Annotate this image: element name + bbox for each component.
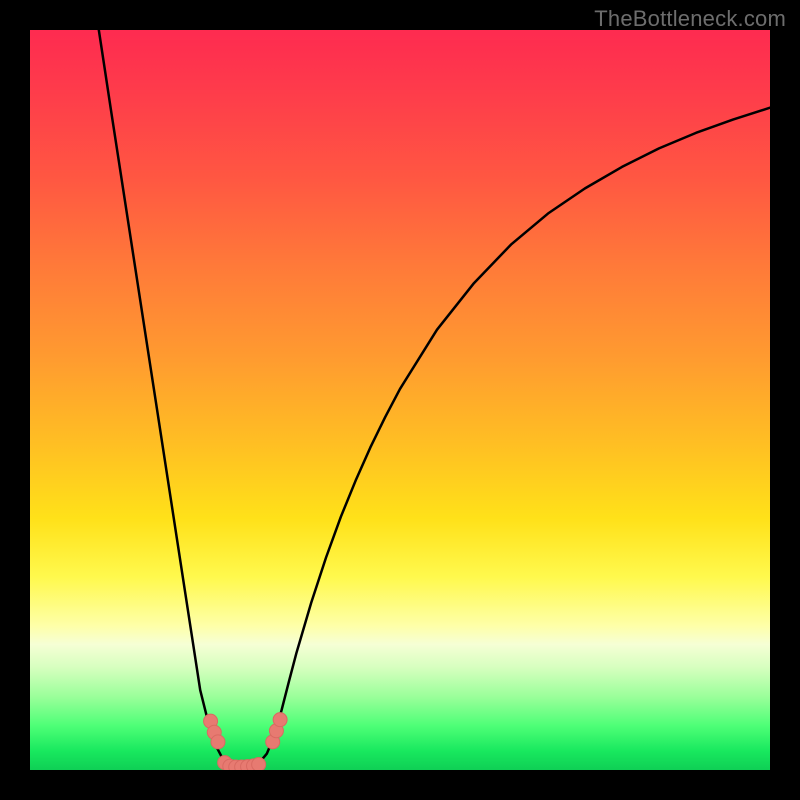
chart-frame: TheBottleneck.com (0, 0, 800, 800)
bottleneck-curve-line (99, 30, 770, 766)
plot-area (30, 30, 770, 770)
bottleneck-chart (30, 30, 770, 770)
watermark-text: TheBottleneck.com (594, 6, 786, 32)
curve-marker (211, 735, 225, 749)
curve-marker (273, 713, 287, 727)
curve-markers (204, 713, 288, 770)
curve-marker (252, 757, 266, 770)
